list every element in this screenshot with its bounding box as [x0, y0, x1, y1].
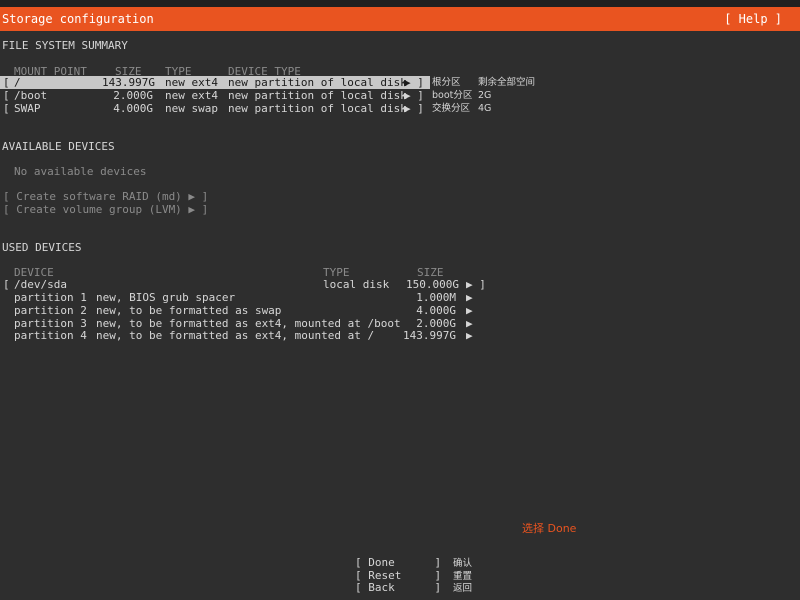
partition-row[interactable]: partition 1 new, BIOS grub spacer 1.000M… [0, 291, 490, 304]
partition-name: partition 2 [14, 304, 87, 317]
no-available-devices: No available devices [14, 165, 147, 178]
annotation-back: 返回 [453, 583, 473, 594]
annotation-confirm: 确认 [453, 558, 473, 569]
partition-arrow[interactable]: ▶ [466, 329, 473, 342]
page-title: Storage configuration [2, 12, 154, 26]
done-button[interactable]: [ Done ] [355, 556, 441, 569]
available-devices-heading: AVAILABLE DEVICES [2, 140, 115, 153]
fs-row-root[interactable]: [ / 143.997G new ext4 new partition of l… [0, 76, 430, 89]
partition-desc: new, BIOS grub spacer [96, 291, 236, 304]
fs-row-swap[interactable]: [ SWAP 4.000G new swap new partition of … [0, 102, 430, 115]
window-top-strip [0, 0, 800, 7]
row-size: 4.000G [113, 102, 153, 115]
annotation-swap-size: 4G [478, 103, 492, 114]
annotation-remaining-space: 剩余全部空间 [478, 77, 536, 88]
create-lvm-button[interactable]: [ Create volume group (LVM) ▶ ] [3, 203, 208, 216]
disk-size: 150.000G [406, 278, 459, 291]
help-button[interactable]: [ Help ] [724, 12, 782, 26]
disk-type: local disk [323, 278, 390, 291]
partition-arrow[interactable]: ▶ [466, 291, 473, 304]
partition-size: 1.000M [416, 291, 456, 304]
partition-name: partition 4 [14, 329, 87, 342]
row-bracket: [ [3, 76, 10, 89]
annotation-boot-size: 2G [478, 90, 492, 101]
used-disk-row[interactable]: [ /dev/sda local disk 150.000G ▶ ] [0, 278, 490, 291]
annotation-select-done: 选择 Done [522, 522, 577, 535]
back-button[interactable]: [ Back ] [355, 581, 441, 594]
row-bracket: [ [3, 278, 10, 291]
row-type: new ext4 [165, 76, 218, 89]
row-device-type: new partition of local disk [228, 102, 407, 115]
row-size: 2.000G [113, 89, 153, 102]
row-expand-arrow[interactable]: ▶ ] [404, 102, 424, 115]
header-bar: Storage configuration [ Help ] [0, 7, 800, 31]
fs-row-boot[interactable]: [ /boot 2.000G new ext4 new partition of… [0, 89, 430, 102]
row-size: 143.997G [102, 76, 155, 89]
annotation-root-partition: 根分区 [432, 77, 461, 88]
row-device-type: new partition of local disk [228, 76, 407, 89]
row-type: new ext4 [165, 89, 218, 102]
row-mount: SWAP [14, 102, 41, 115]
disk-name: /dev/sda [14, 278, 67, 291]
partition-desc: new, to be formatted as swap [96, 304, 282, 317]
create-raid-button[interactable]: [ Create software RAID (md) ▶ ] [3, 190, 208, 203]
partition-arrow[interactable]: ▶ [466, 304, 473, 317]
disk-expand-arrow[interactable]: ▶ ] [466, 278, 486, 291]
partition-size: 4.000G [416, 304, 456, 317]
partition-name: partition 1 [14, 291, 87, 304]
annotation-boot-partition: boot分区 [432, 90, 473, 101]
used-devices-heading: USED DEVICES [2, 241, 82, 254]
row-mount: /boot [14, 89, 48, 102]
fs-summary-heading: FILE SYSTEM SUMMARY [2, 39, 128, 52]
partition-size: 143.997G [403, 329, 456, 342]
row-expand-arrow[interactable]: ▶ ] [404, 89, 424, 102]
partition-row[interactable]: partition 2 new, to be formatted as swap… [0, 304, 490, 317]
row-expand-arrow[interactable]: ▶ ] [404, 76, 424, 89]
row-mount: / [14, 76, 21, 89]
partition-row[interactable]: partition 4 new, to be formatted as ext4… [0, 329, 490, 342]
annotation-swap-partition: 交换分区 [432, 103, 471, 114]
partition-desc: new, to be formatted as ext4, mounted at… [96, 329, 375, 342]
row-bracket: [ [3, 89, 10, 102]
row-bracket: [ [3, 102, 10, 115]
row-device-type: new partition of local disk [228, 89, 407, 102]
row-type: new swap [165, 102, 218, 115]
